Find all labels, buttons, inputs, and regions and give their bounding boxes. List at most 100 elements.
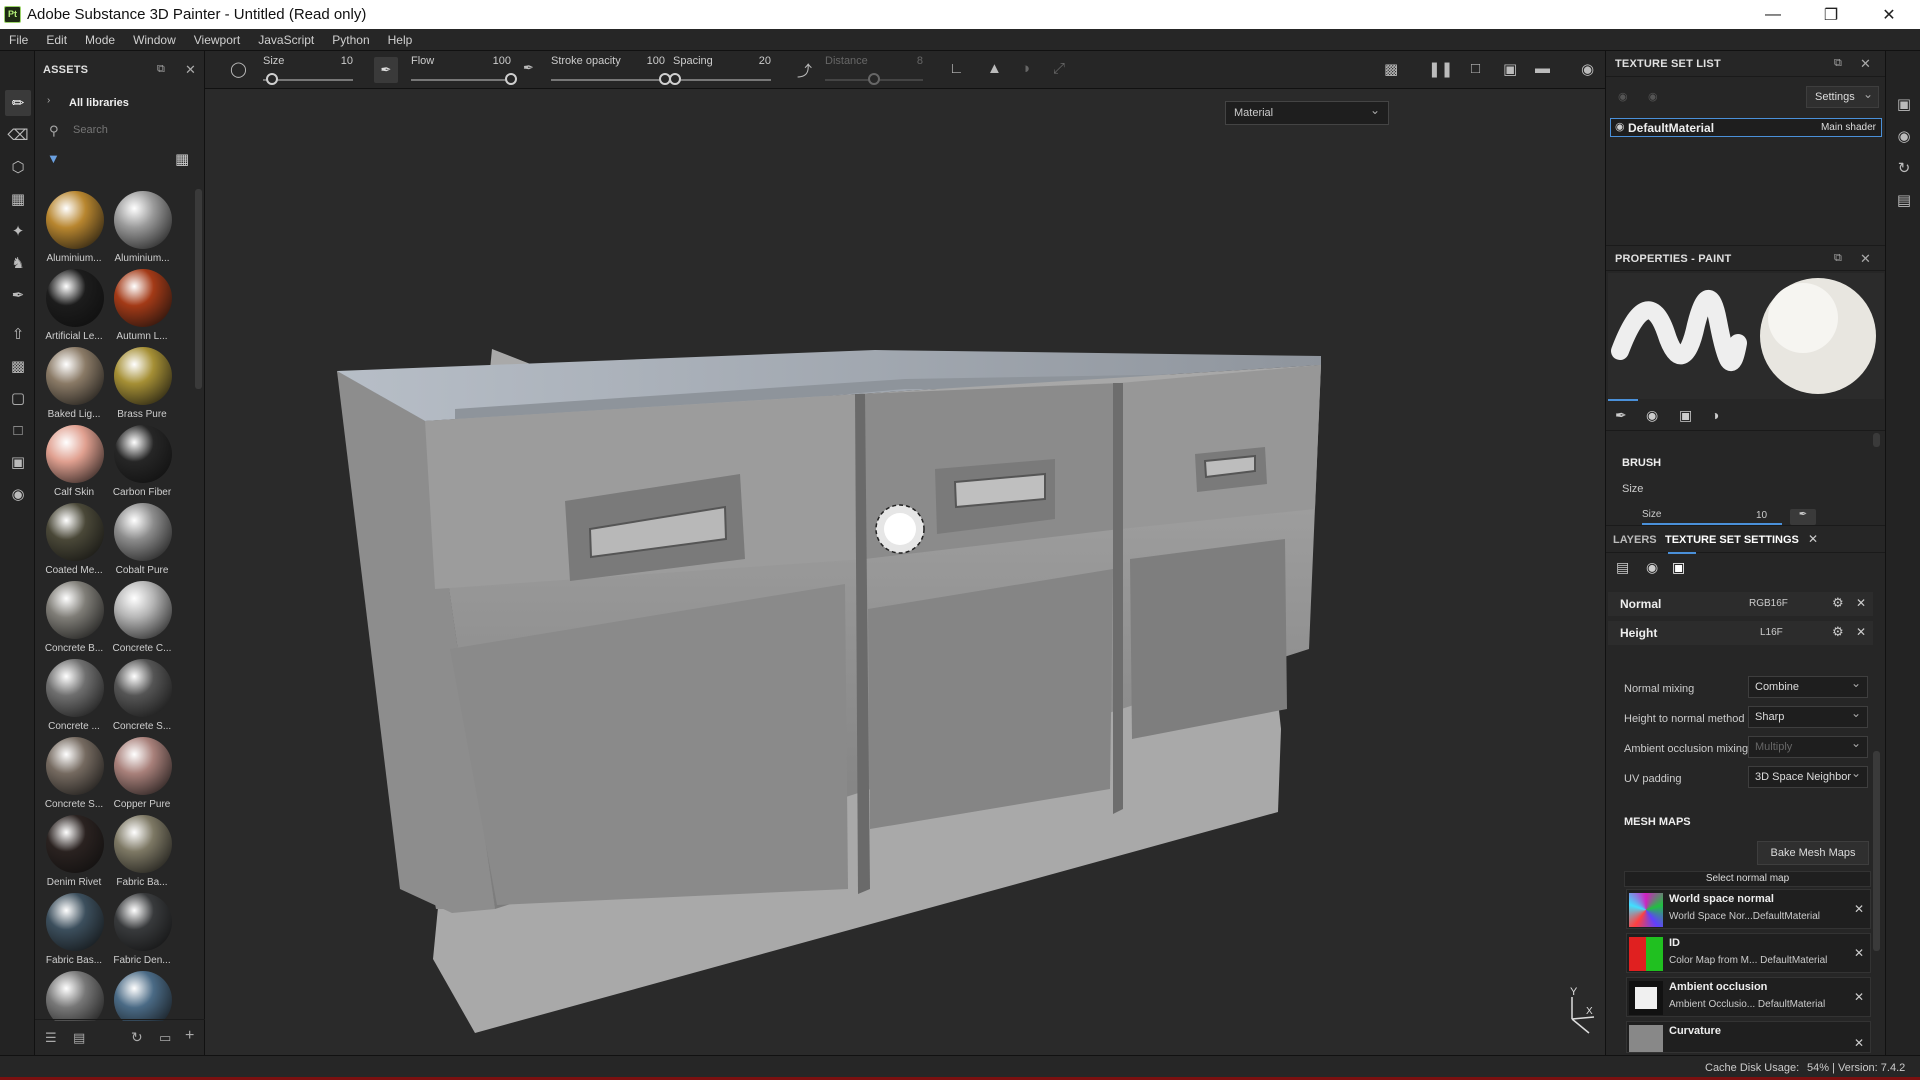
pressure-flow-icon[interactable]: ✒ <box>523 60 534 76</box>
cube-view-icon[interactable]: ▣ <box>1503 60 1517 78</box>
projection-tool-icon[interactable]: ⬡ <box>5 154 31 180</box>
grid-view-icon[interactable]: ▦ <box>175 150 189 168</box>
asset-item[interactable]: Baked Lig... <box>41 345 107 423</box>
asset-item[interactable]: Calf Skin <box>41 423 107 501</box>
camera-icon[interactable]: ▬ <box>1535 60 1550 77</box>
channel-format[interactable]: L16F <box>1760 627 1783 638</box>
visibility-icon[interactable]: ◉ <box>1618 90 1628 103</box>
refresh-icon[interactable]: ↻ <box>131 1029 143 1046</box>
assets-scrollbar[interactable] <box>195 189 202 389</box>
asset-item[interactable]: Concrete B... <box>41 579 107 657</box>
menu-python[interactable]: Python <box>323 29 378 50</box>
menu-window[interactable]: Window <box>124 29 185 50</box>
channel-format[interactable]: RGB16F <box>1749 598 1788 609</box>
uv-padding-dropdown[interactable]: 3D Space Neighbor <box>1748 763 1868 788</box>
asset-item[interactable]: Cobalt Pure <box>109 501 175 579</box>
texture-set-list-icon[interactable]: ▣ <box>1891 91 1917 117</box>
polygon-fill-tool-icon[interactable]: ▦ <box>5 186 31 212</box>
menu-file[interactable]: File <box>0 29 37 50</box>
asset-item[interactable]: Brass Pure <box>109 345 175 423</box>
menu-viewport[interactable]: Viewport <box>185 29 249 50</box>
remove-map-icon[interactable]: ✕ <box>1854 990 1864 1004</box>
list-icon[interactable]: ▤ <box>73 1030 85 1046</box>
eye-icon[interactable]: ◉ <box>1615 120 1625 133</box>
viewer-settings-icon[interactable]: ▣ <box>5 449 31 475</box>
gear-icon[interactable]: ⚙ <box>1832 624 1844 640</box>
asset-item[interactable]: Autumn L... <box>109 267 175 345</box>
asset-item[interactable] <box>41 969 107 1021</box>
bake-tool-icon[interactable]: ⇧ <box>5 321 31 347</box>
normal-mixing-dropdown[interactable]: Combine <box>1748 673 1868 698</box>
filter-icon[interactable]: ▼ <box>47 151 60 166</box>
mesh-render[interactable]: Y X <box>205 89 1605 1055</box>
height-normal-dropdown[interactable]: Sharp <box>1748 703 1868 728</box>
distance-knob[interactable] <box>868 73 880 85</box>
pause-icon[interactable]: ❚❚ <box>1428 60 1453 78</box>
asset-item[interactable] <box>109 969 175 1021</box>
shader-icon[interactable]: ◉ <box>1646 559 1658 576</box>
stencil-tab-icon[interactable]: ◑ <box>1711 407 1719 423</box>
material-tab-icon[interactable]: ◉ <box>1646 407 1658 424</box>
channel-row[interactable]: Height L16F ⚙ ✕ <box>1608 621 1873 645</box>
tab-texture-set-settings[interactable]: TEXTURE SET SETTINGS <box>1665 534 1799 546</box>
asset-item[interactable]: Concrete S... <box>41 735 107 813</box>
spacing-knob[interactable] <box>668 73 681 85</box>
flow-knob[interactable] <box>505 73 517 85</box>
undock-icon[interactable]: ⧉ <box>1834 57 1842 70</box>
menu-help[interactable]: Help <box>379 29 422 50</box>
chevron-right-icon[interactable]: › <box>47 95 50 106</box>
close-tab-icon[interactable]: ✕ <box>1808 532 1818 546</box>
mesh-map-row[interactable]: Curvature ✕ <box>1626 1021 1871 1053</box>
asset-item[interactable]: Copper Pure <box>109 735 175 813</box>
remove-map-icon[interactable]: ✕ <box>1854 1036 1864 1050</box>
transform-icon[interactable]: ⤢ <box>1053 60 1065 77</box>
asset-item[interactable]: Concrete C... <box>109 579 175 657</box>
asset-item[interactable]: Artificial Le... <box>41 267 107 345</box>
search-input[interactable] <box>73 120 193 140</box>
close-panel-icon[interactable]: ✕ <box>1860 251 1871 267</box>
alpha-tab-icon[interactable]: ▣ <box>1679 407 1692 424</box>
close-panel-icon[interactable]: ✕ <box>1860 56 1871 72</box>
smudge-tool-icon[interactable]: ✦ <box>5 218 31 244</box>
size-knob[interactable] <box>266 73 278 85</box>
remove-map-icon[interactable]: ✕ <box>1854 902 1864 916</box>
channel-row[interactable]: Normal RGB16F ⚙ ✕ <box>1608 592 1873 616</box>
hidden-icon[interactable]: ◉ <box>1648 90 1658 103</box>
undock-icon[interactable]: ⧉ <box>1834 252 1842 265</box>
viewport-3d[interactable]: Y X <box>205 89 1605 1055</box>
pivot-icon[interactable]: ◑ <box>1021 60 1030 77</box>
close-panel-icon[interactable]: ✕ <box>185 62 196 78</box>
remove-channel-icon[interactable]: ✕ <box>1856 596 1866 610</box>
screenshot-icon[interactable]: ◉ <box>1581 60 1594 78</box>
log-icon[interactable]: ▤ <box>1891 187 1917 213</box>
remove-channel-icon[interactable]: ✕ <box>1856 625 1866 639</box>
history-icon[interactable]: ↻ <box>1891 155 1917 181</box>
quick-mask-tool-icon[interactable]: ▢ <box>5 385 31 411</box>
clone-tool-icon[interactable]: ♞ <box>5 250 31 276</box>
measure-tool-icon[interactable]: □ <box>5 417 31 443</box>
close-window-button[interactable]: ✕ <box>1860 0 1918 29</box>
asset-item[interactable]: Denim Rivet <box>41 813 107 891</box>
material-mode-dropdown[interactable]: Material ⌄ <box>1225 101 1389 125</box>
hide-ui-icon[interactable]: ▩ <box>1384 60 1398 78</box>
pressure-size-icon[interactable]: ✒ <box>374 57 398 83</box>
bake-mesh-maps-button[interactable]: Bake Mesh Maps <box>1757 841 1869 865</box>
asset-item[interactable]: Aluminium... <box>41 189 107 267</box>
mesh-map-row[interactable]: Ambient occlusion Ambient Occlusio... De… <box>1626 977 1871 1017</box>
shelf-icon[interactable]: ◉ <box>5 481 31 507</box>
tss-scrollbar[interactable] <box>1873 751 1880 951</box>
asset-item[interactable]: Fabric Bas... <box>41 891 107 969</box>
display-settings-icon[interactable]: ◉ <box>1891 123 1917 149</box>
add-icon[interactable]: + <box>185 1027 194 1045</box>
gear-icon[interactable]: ⚙ <box>1832 595 1844 611</box>
asset-item[interactable]: Fabric Den... <box>109 891 175 969</box>
libraries-label[interactable]: All libraries <box>69 97 129 109</box>
tab-layers[interactable]: LAYERS <box>1613 534 1657 546</box>
color-picker-tool-icon[interactable]: ✒ <box>5 282 31 308</box>
asset-item[interactable]: Aluminium... <box>109 189 175 267</box>
brush-size-pressure-icon[interactable]: ✒ <box>1790 509 1816 525</box>
menu-edit[interactable]: Edit <box>37 29 76 50</box>
texture-set-item[interactable]: ◉ DefaultMaterial Main shader <box>1610 118 1882 137</box>
menu-mode[interactable]: Mode <box>76 29 124 50</box>
brush-tab-icon[interactable]: ✒ <box>1615 407 1627 424</box>
